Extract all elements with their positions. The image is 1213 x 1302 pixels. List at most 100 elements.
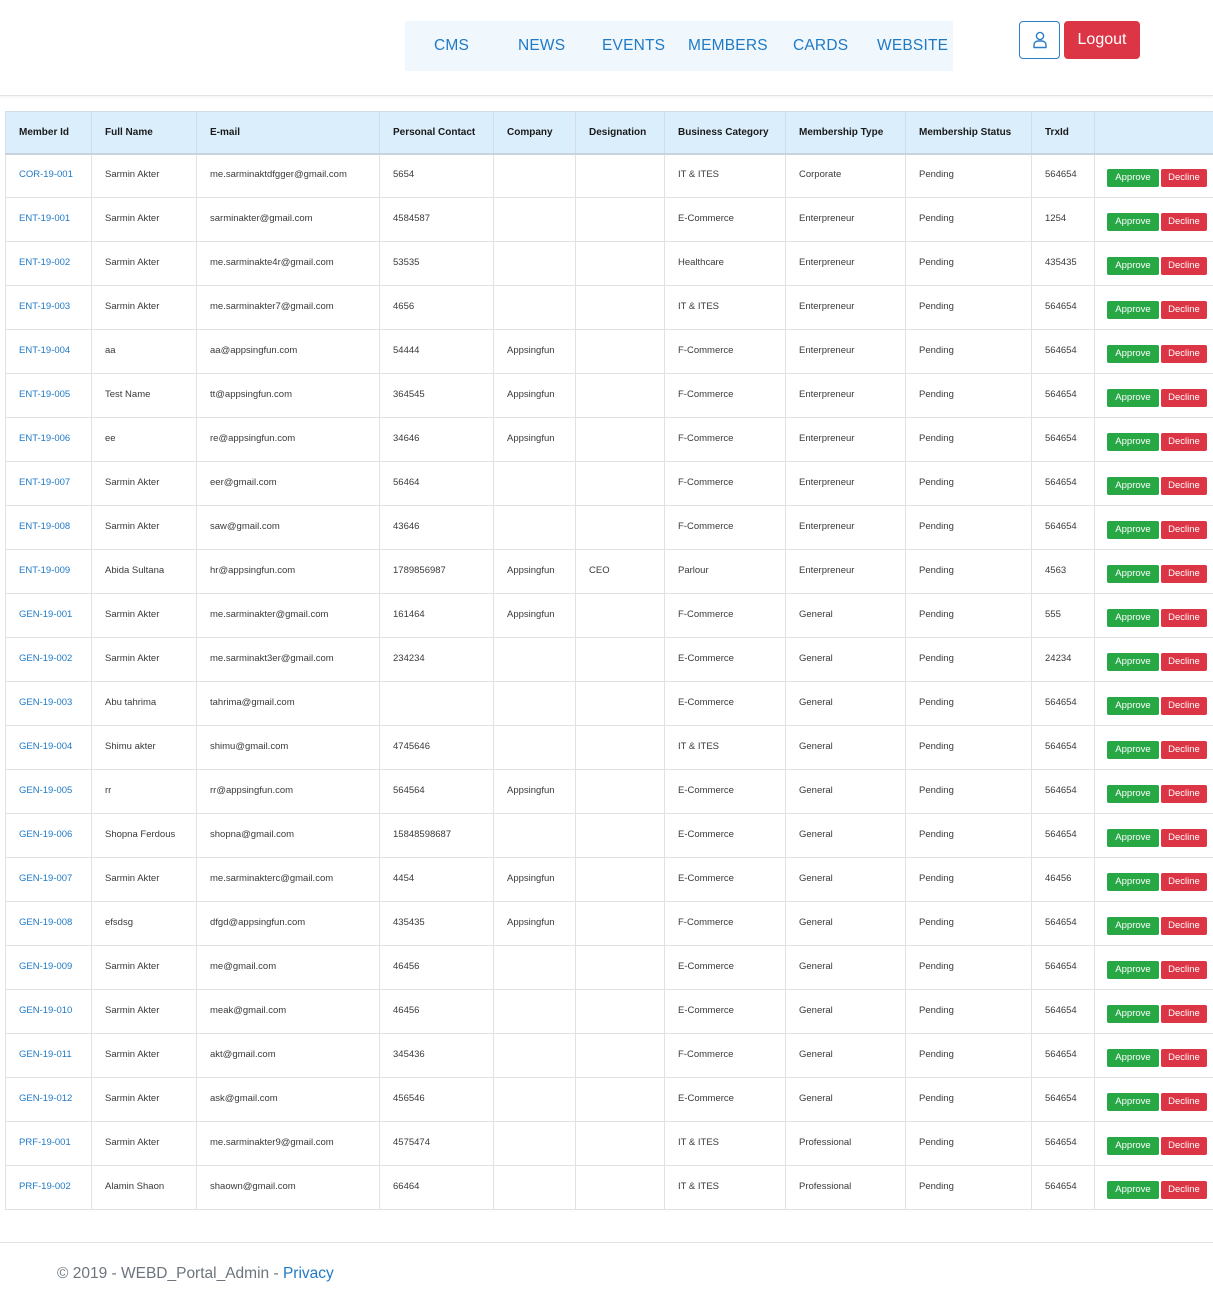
decline-button[interactable]: Decline (1161, 828, 1207, 847)
decline-button[interactable]: Decline (1161, 696, 1207, 715)
decline-button[interactable]: Decline (1161, 1136, 1207, 1155)
cell-actions: Approve Decline (1094, 857, 1213, 902)
decline-button[interactable]: Decline (1161, 564, 1207, 583)
decline-button[interactable]: Decline (1161, 916, 1207, 935)
table-row: ENT-19-006 ee re@appsingfun.com 34646 Appsin… (5, 417, 1213, 462)
cell-company (493, 813, 576, 858)
decline-button[interactable]: Decline (1161, 388, 1207, 407)
nav-item-website[interactable]: WEBSITE (877, 21, 948, 71)
approve-button[interactable]: Approve (1107, 168, 1159, 187)
cell-member-id[interactable]: ENT-19-002 (5, 241, 92, 286)
cell-member-id[interactable]: ENT-19-005 (5, 373, 92, 418)
cell-member-id[interactable]: GEN-19-003 (5, 681, 92, 726)
cell-member-id[interactable]: ENT-19-007 (5, 461, 92, 506)
user-profile-button[interactable] (1019, 21, 1060, 59)
privacy-link[interactable]: Privacy (283, 1265, 334, 1282)
approve-button[interactable]: Approve (1107, 828, 1159, 847)
cell-member-id[interactable]: PRF-19-002 (5, 1165, 92, 1210)
column-header-designation[interactable]: Designation (575, 111, 665, 155)
column-header-membership-status[interactable]: Membership Status (905, 111, 1032, 155)
cell-membership-status: Pending (905, 725, 1032, 770)
column-header-business-category[interactable]: Business Category (664, 111, 786, 155)
cell-member-id[interactable]: GEN-19-005 (5, 769, 92, 814)
nav-item-cards[interactable]: CARDS (793, 21, 848, 71)
nav-item-events[interactable]: EVENTS (602, 21, 665, 71)
cell-member-id[interactable]: PRF-19-001 (5, 1121, 92, 1166)
cell-member-id[interactable]: COR-19-001 (5, 153, 92, 198)
column-header-email[interactable]: E-mail (196, 111, 380, 155)
decline-button[interactable]: Decline (1161, 1180, 1207, 1199)
approve-button[interactable]: Approve (1107, 300, 1159, 319)
cell-member-id[interactable]: ENT-19-001 (5, 197, 92, 242)
approve-button[interactable]: Approve (1107, 212, 1159, 231)
nav-item-cms[interactable]: CMS (434, 21, 469, 71)
cell-company (493, 945, 576, 990)
approve-button[interactable]: Approve (1107, 1048, 1159, 1067)
cell-member-id[interactable]: GEN-19-006 (5, 813, 92, 858)
nav-item-members[interactable]: MEMBERS (688, 21, 768, 71)
approve-button[interactable]: Approve (1107, 960, 1159, 979)
decline-button[interactable]: Decline (1161, 1004, 1207, 1023)
approve-button[interactable]: Approve (1107, 1180, 1159, 1199)
approve-button[interactable]: Approve (1107, 1136, 1159, 1155)
decline-button[interactable]: Decline (1161, 168, 1207, 187)
cell-member-id[interactable]: GEN-19-010 (5, 989, 92, 1034)
approve-button[interactable]: Approve (1107, 564, 1159, 583)
approve-button[interactable]: Approve (1107, 872, 1159, 891)
cell-member-id[interactable]: GEN-19-007 (5, 857, 92, 902)
decline-button[interactable]: Decline (1161, 1092, 1207, 1111)
approve-button[interactable]: Approve (1107, 608, 1159, 627)
approve-button[interactable]: Approve (1107, 388, 1159, 407)
approve-button[interactable]: Approve (1107, 652, 1159, 671)
decline-button[interactable]: Decline (1161, 300, 1207, 319)
approve-button[interactable]: Approve (1107, 520, 1159, 539)
approve-button[interactable]: Approve (1107, 1004, 1159, 1023)
decline-button[interactable]: Decline (1161, 212, 1207, 231)
decline-button[interactable]: Decline (1161, 608, 1207, 627)
approve-button[interactable]: Approve (1107, 256, 1159, 275)
decline-button[interactable]: Decline (1161, 784, 1207, 803)
cell-full-name: Alamin Shaon (91, 1165, 197, 1210)
approve-button[interactable]: Approve (1107, 432, 1159, 451)
cell-member-id[interactable]: GEN-19-011 (5, 1033, 92, 1078)
decline-button[interactable]: Decline (1161, 520, 1207, 539)
nav-item-news[interactable]: NEWS (518, 21, 565, 71)
column-header-full-name[interactable]: Full Name (91, 111, 197, 155)
cell-member-id[interactable]: ENT-19-008 (5, 505, 92, 550)
cell-member-id[interactable]: ENT-19-009 (5, 549, 92, 594)
cell-member-id[interactable]: GEN-19-002 (5, 637, 92, 682)
cell-member-id[interactable]: GEN-19-009 (5, 945, 92, 990)
decline-button[interactable]: Decline (1161, 344, 1207, 363)
cell-full-name: efsdsg (91, 901, 197, 946)
logout-button[interactable]: Logout (1064, 21, 1140, 59)
column-header-member-id[interactable]: Member Id (5, 111, 92, 155)
approve-button[interactable]: Approve (1107, 740, 1159, 759)
cell-member-id[interactable]: GEN-19-012 (5, 1077, 92, 1122)
approve-button[interactable]: Approve (1107, 344, 1159, 363)
approve-button[interactable]: Approve (1107, 916, 1159, 935)
decline-button[interactable]: Decline (1161, 432, 1207, 451)
approve-button[interactable]: Approve (1107, 784, 1159, 803)
column-header-membership-type[interactable]: Membership Type (785, 111, 906, 155)
decline-button[interactable]: Decline (1161, 1048, 1207, 1067)
cell-member-id[interactable]: GEN-19-008 (5, 901, 92, 946)
approve-button[interactable]: Approve (1107, 476, 1159, 495)
decline-button[interactable]: Decline (1161, 960, 1207, 979)
decline-button[interactable]: Decline (1161, 256, 1207, 275)
column-header-trxid[interactable]: TrxId (1031, 111, 1095, 155)
cell-member-id[interactable]: GEN-19-004 (5, 725, 92, 770)
decline-button[interactable]: Decline (1161, 872, 1207, 891)
top-header: CMS NEWS EVENTS MEMBERS CARDS WEBSITE Lo… (0, 0, 1213, 96)
approve-button[interactable]: Approve (1107, 1092, 1159, 1111)
column-header-company[interactable]: Company (493, 111, 576, 155)
cell-member-id[interactable]: ENT-19-006 (5, 417, 92, 462)
approve-button[interactable]: Approve (1107, 696, 1159, 715)
decline-button[interactable]: Decline (1161, 740, 1207, 759)
decline-button[interactable]: Decline (1161, 476, 1207, 495)
column-header-personal-contact[interactable]: Personal Contact (379, 111, 494, 155)
cell-member-id[interactable]: ENT-19-004 (5, 329, 92, 374)
cell-member-id[interactable]: ENT-19-003 (5, 285, 92, 330)
decline-button[interactable]: Decline (1161, 652, 1207, 671)
cell-trxid: 564654 (1031, 813, 1095, 858)
cell-member-id[interactable]: GEN-19-001 (5, 593, 92, 638)
